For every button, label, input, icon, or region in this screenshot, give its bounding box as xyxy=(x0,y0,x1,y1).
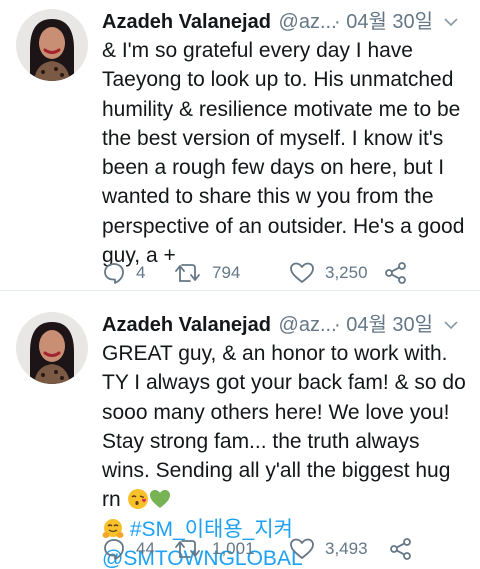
share-button[interactable] xyxy=(384,258,408,288)
avatar[interactable] xyxy=(16,9,88,81)
like-button[interactable]: 3,493 xyxy=(289,534,368,564)
tweet-body: GREAT guy, & an honor to work with. TY I… xyxy=(102,342,466,512)
display-name[interactable]: Azadeh Valanejad xyxy=(102,11,271,33)
tweet-header: Azadeh Valanejad @az... · 04월 30일 xyxy=(102,309,472,341)
reply-button[interactable]: 44 xyxy=(102,534,155,564)
heart-outline-icon xyxy=(290,538,314,559)
chevron-down-icon[interactable] xyxy=(444,15,458,29)
avatar[interactable] xyxy=(16,312,88,384)
user-handle[interactable]: @az... xyxy=(279,11,337,33)
reply-count: 4 xyxy=(136,263,146,282)
share-nodes-icon xyxy=(390,538,411,560)
chevron-down-icon[interactable] xyxy=(444,318,458,332)
like-count: 3,250 xyxy=(325,263,368,282)
retweet-count: 794 xyxy=(212,263,241,282)
retweet-button[interactable]: 794 xyxy=(174,258,240,288)
speech-bubble-icon xyxy=(104,263,124,284)
user-handle[interactable]: @az... xyxy=(279,314,337,336)
timestamp[interactable]: · 04월 30일 xyxy=(334,309,433,341)
share-button[interactable] xyxy=(389,534,413,564)
retweet-arrows-icon xyxy=(175,264,200,282)
tweet-header: Azadeh Valanejad @az... · 04월 30일 xyxy=(102,6,472,38)
like-button[interactable]: 3,250 xyxy=(289,258,368,288)
tweet-actions: 44 1,001 3,493 xyxy=(102,534,422,564)
tweet-actions: 4 794 3,250 xyxy=(102,258,422,288)
like-count: 3,493 xyxy=(325,539,368,558)
tweet[interactable]: Azadeh Valanejad @az... · 04월 30일 GREAT … xyxy=(0,291,480,569)
reply-button[interactable]: 4 xyxy=(102,258,145,288)
retweet-arrows-icon xyxy=(175,540,200,558)
reply-count: 44 xyxy=(136,539,155,558)
green-heart-emoji xyxy=(149,490,170,509)
share-nodes-icon xyxy=(385,262,406,284)
retweet-button[interactable]: 1,001 xyxy=(174,534,255,564)
heart-outline-icon xyxy=(290,262,314,283)
tweet[interactable]: Azadeh Valanejad @az... · 04월 30일 & I'm … xyxy=(0,0,480,291)
tweet-text: & I'm so grateful every day I have Taeyo… xyxy=(102,39,465,268)
retweet-count: 1,001 xyxy=(212,539,255,558)
display-name[interactable]: Azadeh Valanejad xyxy=(102,314,271,336)
speech-bubble-icon xyxy=(104,539,124,560)
face-blowing-kiss-emoji xyxy=(127,489,148,510)
timestamp[interactable]: · 04월 30일 xyxy=(334,6,433,38)
